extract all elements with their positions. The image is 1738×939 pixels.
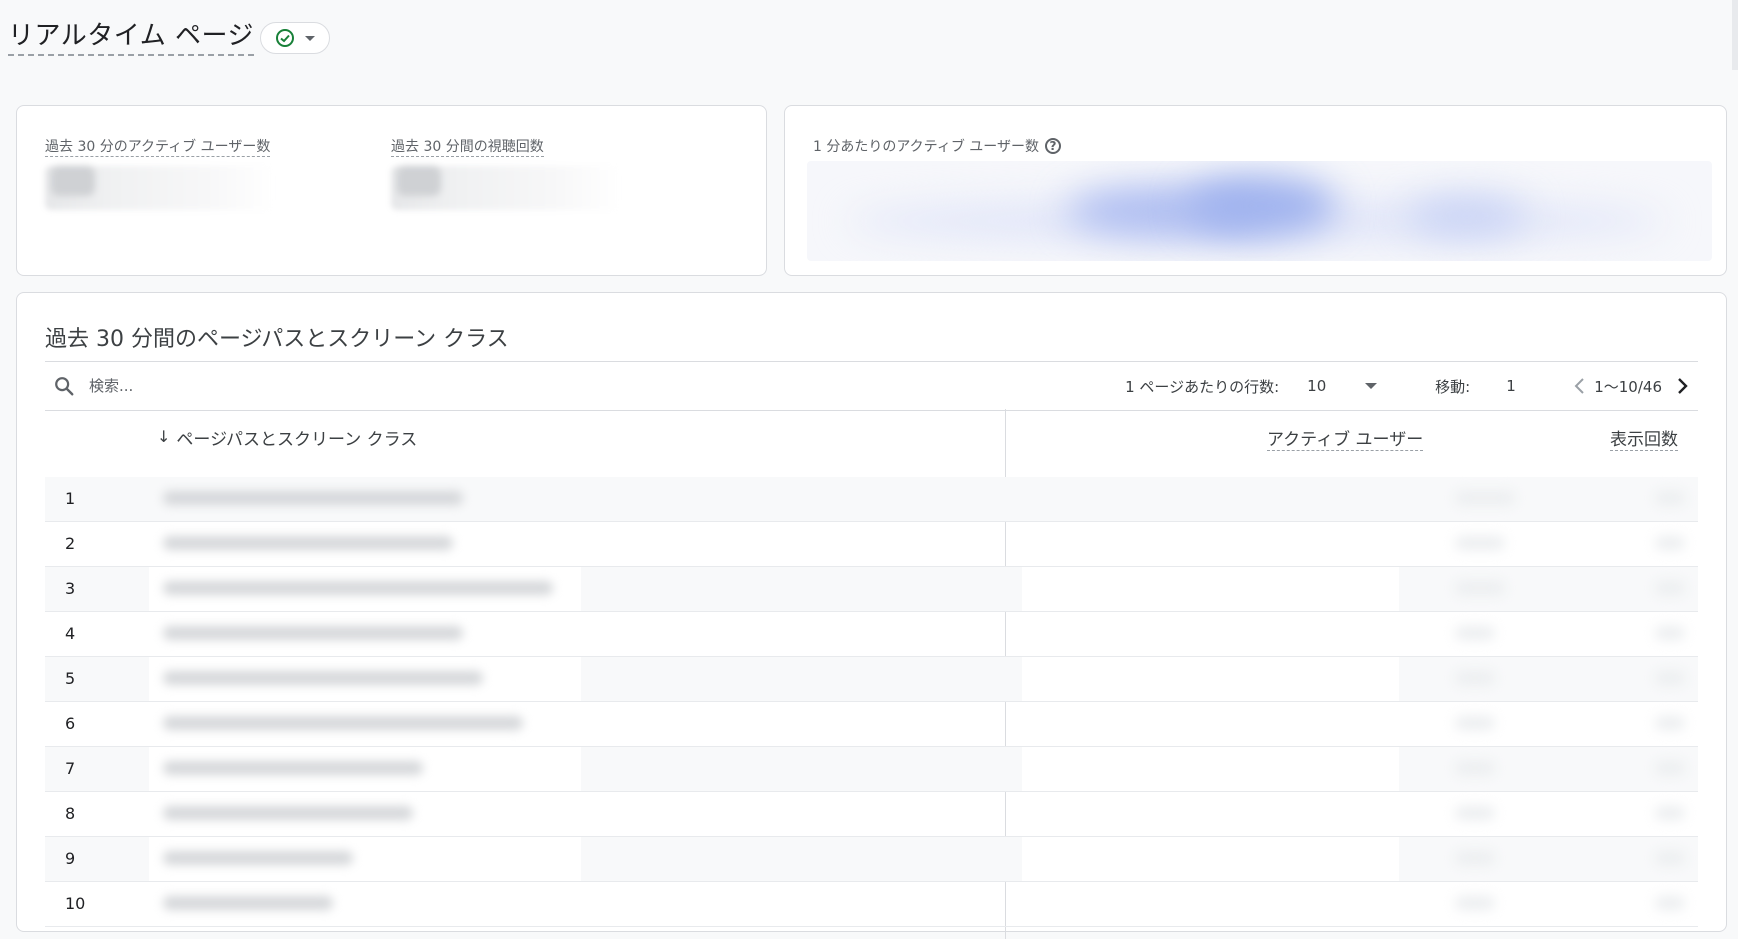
row-users-redacted bbox=[1022, 792, 1399, 836]
search-input[interactable] bbox=[87, 376, 391, 396]
row-index: 4 bbox=[65, 624, 76, 643]
table-row[interactable]: 5 bbox=[45, 657, 1698, 702]
column-header-active-users[interactable]: アクティブ ユーザー bbox=[1267, 413, 1424, 485]
data-status-chip[interactable] bbox=[259, 22, 330, 54]
row-path-redacted bbox=[149, 567, 581, 611]
rows-per-page-label: 1 ページあたりの行数: bbox=[1125, 377, 1280, 396]
page-path-table-card: 過去 30 分間のページパスとスクリーン クラス 1 ページあたりの行数: 10… bbox=[16, 292, 1727, 939]
active-users-summary-card: 過去 30 分のアクティブ ユーザー数 過去 30 分間の視聴回数 bbox=[16, 105, 767, 276]
page-range-text: 1〜10/46 bbox=[1594, 377, 1662, 396]
table-row[interactable]: 4 bbox=[45, 612, 1698, 657]
goto-page-input[interactable]: 1 bbox=[1506, 377, 1546, 395]
row-index: 10 bbox=[65, 894, 86, 913]
table-row[interactable]: 8 bbox=[45, 792, 1698, 837]
table-row[interactable]: 6 bbox=[45, 702, 1698, 747]
row-index: 3 bbox=[65, 579, 76, 598]
per-minute-bar-chart-redacted bbox=[807, 161, 1712, 261]
table-row[interactable]: 2 bbox=[45, 522, 1698, 567]
metric-value-redacted bbox=[45, 166, 275, 210]
chevron-left-icon[interactable] bbox=[1570, 376, 1590, 396]
row-index: 7 bbox=[65, 759, 76, 778]
column-header-page-path[interactable]: ↓ ページパスとスクリーン クラス bbox=[157, 413, 417, 485]
sort-arrow-icon: ↓ bbox=[157, 427, 171, 446]
table-row[interactable]: 9 bbox=[45, 837, 1698, 882]
row-path-redacted bbox=[149, 477, 581, 521]
row-path-redacted bbox=[149, 837, 581, 881]
table-row[interactable]: 7 bbox=[45, 747, 1698, 792]
help-icon[interactable]: ? bbox=[1045, 138, 1061, 154]
active-users-per-minute-card: 1 分あたりのアクティブ ユーザー数 ? bbox=[784, 105, 1727, 276]
row-users-redacted bbox=[1022, 567, 1399, 611]
row-users-redacted bbox=[1022, 837, 1399, 881]
row-path-redacted bbox=[149, 882, 581, 926]
chart-title-row: 1 分あたりのアクティブ ユーザー数 ? bbox=[813, 136, 1061, 156]
row-path-redacted bbox=[149, 792, 581, 836]
row-index: 8 bbox=[65, 804, 76, 823]
row-users-redacted bbox=[1022, 612, 1399, 656]
row-users-redacted bbox=[1022, 747, 1399, 791]
page-header: リアルタイム ページ bbox=[8, 18, 330, 58]
row-path-redacted bbox=[149, 747, 581, 791]
row-users-redacted bbox=[1022, 522, 1399, 566]
row-path-redacted bbox=[149, 657, 581, 701]
metric-label[interactable]: 過去 30 分のアクティブ ユーザー数 bbox=[45, 139, 271, 157]
row-index: 1 bbox=[65, 489, 76, 508]
row-users-redacted bbox=[1022, 882, 1399, 926]
check-circle-icon bbox=[275, 29, 294, 47]
rows-per-page-value: 10 bbox=[1307, 377, 1327, 395]
rows-per-page-select[interactable]: 10 bbox=[1307, 377, 1378, 395]
metric-views: 過去 30 分間の視聴回数 bbox=[391, 136, 621, 210]
row-index: 2 bbox=[65, 534, 76, 553]
row-index: 9 bbox=[65, 849, 76, 868]
table-row[interactable]: 10 bbox=[45, 882, 1698, 927]
row-path-redacted bbox=[149, 522, 581, 566]
table-row[interactable]: 3 bbox=[45, 567, 1698, 612]
row-users-redacted bbox=[1022, 657, 1399, 701]
table-toolbar: 1 ページあたりの行数: 10 移動: 1 1〜10/46 bbox=[45, 361, 1698, 411]
metric-active-users: 過去 30 分のアクティブ ユーザー数 bbox=[45, 136, 275, 210]
column-header-label: 表示回数 bbox=[1610, 430, 1678, 451]
chevron-down-icon bbox=[304, 35, 315, 41]
column-header-label: アクティブ ユーザー bbox=[1267, 430, 1424, 451]
caret-down-icon bbox=[1365, 383, 1378, 389]
search-icon bbox=[55, 377, 74, 396]
chevron-right-icon[interactable] bbox=[1672, 376, 1692, 396]
column-header-views[interactable]: 表示回数 bbox=[1610, 413, 1678, 485]
chart-title: 1 分あたりのアクティブ ユーザー数 bbox=[813, 139, 1039, 155]
row-index: 6 bbox=[65, 714, 76, 733]
table-title: 過去 30 分間のページパスとスクリーン クラス bbox=[45, 327, 509, 352]
metric-label[interactable]: 過去 30 分間の視聴回数 bbox=[391, 139, 544, 157]
row-index: 5 bbox=[65, 669, 76, 688]
table-row[interactable]: 1 bbox=[45, 477, 1698, 522]
row-path-redacted bbox=[149, 612, 581, 656]
column-header-label: ページパスとスクリーン クラス bbox=[176, 430, 418, 450]
goto-label: 移動: bbox=[1435, 377, 1471, 396]
metric-value-redacted bbox=[391, 166, 621, 210]
row-users-redacted bbox=[1022, 702, 1399, 746]
scrollbar[interactable] bbox=[1732, 0, 1738, 70]
table-body: 1 2 3 4 5 6 7 8 9 10 bbox=[45, 477, 1698, 927]
page-title[interactable]: リアルタイム ページ bbox=[8, 20, 254, 56]
row-path-redacted bbox=[149, 702, 581, 746]
